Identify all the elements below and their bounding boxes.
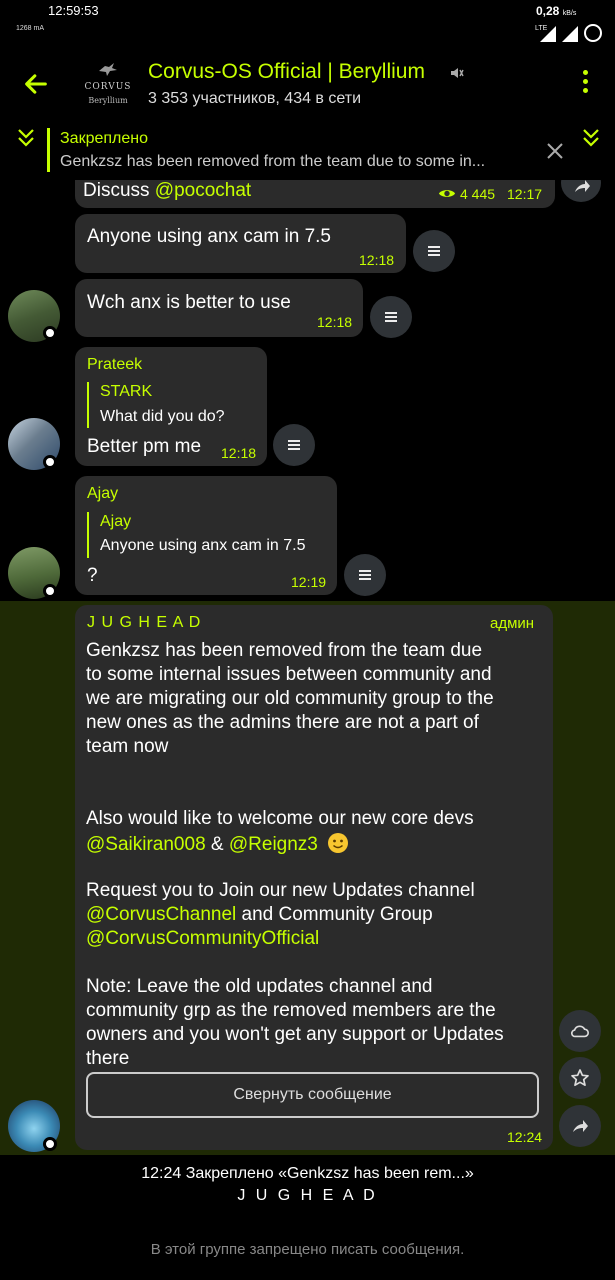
transcribe-button[interactable]: [370, 296, 412, 338]
more-vert-icon[interactable]: [578, 70, 592, 98]
system-message[interactable]: 12:24 Закреплено «Genkzsz has been rem..…: [0, 1165, 615, 1183]
message-time: 12:19: [291, 574, 327, 590]
wifi-icon: [562, 26, 578, 42]
transcribe-button[interactable]: [344, 554, 386, 596]
admin-message-bubble[interactable]: [75, 605, 553, 1150]
favorite-button[interactable]: [559, 1057, 601, 1099]
mention-link[interactable]: @CorvusChannel: [86, 904, 236, 925]
sender-name[interactable]: Prateek: [87, 356, 142, 374]
group-avatar[interactable]: CORVUS Beryllium: [80, 58, 136, 114]
mute-icon: [451, 68, 464, 78]
close-icon[interactable]: [546, 142, 564, 160]
message-text: Discuss @pocochat: [83, 180, 252, 201]
admin-badge: админ: [490, 615, 535, 632]
message-line: owners and you won't get any support or …: [86, 1024, 504, 1045]
mention-link[interactable]: @Reignz3: [229, 834, 318, 855]
net-speed-value: 0,28: [536, 4, 560, 18]
status-time: 12:59:53: [48, 3, 99, 18]
pinned-indicator: [47, 128, 50, 172]
star-icon: [571, 1069, 589, 1087]
save-to-cloud-button[interactable]: [559, 1010, 601, 1052]
message-time: 12:18: [359, 252, 395, 268]
view-count: 4 445: [460, 186, 496, 202]
eye-icon: [438, 190, 456, 197]
online-indicator: [43, 584, 57, 598]
online-indicator: [43, 455, 57, 469]
message-text: Anyone using anx cam in 7.5: [87, 226, 331, 247]
transcribe-button[interactable]: [413, 230, 455, 272]
transcribe-icon: [359, 570, 371, 580]
online-indicator: [43, 1137, 57, 1151]
share-button[interactable]: [559, 1105, 601, 1147]
transcribe-button[interactable]: [273, 424, 315, 466]
battery-icon: [584, 24, 602, 42]
message-line: @Saikiran008 & @Reignz3: [86, 832, 349, 856]
mention-link[interactable]: @pocochat: [155, 180, 251, 201]
battery-info: 1268 mA: [16, 25, 45, 32]
mention-link[interactable]: @Saikiran008: [86, 834, 206, 855]
share-icon: [573, 1120, 588, 1132]
message-text: Wch anx is better to use: [87, 292, 291, 313]
message-line: team now: [86, 736, 169, 757]
signal-icon: [540, 26, 556, 42]
logo-text: CORVUS: [84, 82, 132, 92]
cloud-icon: [570, 1025, 589, 1038]
chevron-down-icon[interactable]: [582, 128, 600, 148]
message-line: Note: Leave the old updates channel and: [86, 976, 433, 997]
smile-emoji-icon: [328, 833, 349, 853]
share-button[interactable]: [561, 180, 601, 202]
transcribe-icon: [288, 440, 300, 450]
share-icon: [575, 180, 590, 192]
message-line: there: [86, 1048, 130, 1069]
message-line: new ones as the admins there are not a p…: [86, 712, 479, 733]
message-line: @CorvusCommunityOfficial: [86, 928, 319, 950]
reply-name[interactable]: STARK: [100, 383, 152, 401]
message-line: Request you to Join our new Updates chan…: [86, 880, 475, 901]
chevron-down-icon[interactable]: [17, 128, 35, 148]
reply-text[interactable]: What did you do?: [100, 408, 225, 426]
member-count: 3 353 участников, 434 в сети: [148, 90, 362, 107]
pinned-text: Genkzsz has been removed from the team d…: [60, 153, 486, 170]
chat-title[interactable]: Corvus-OS Official | Beryllium: [148, 60, 425, 84]
chat-footer: 12:24 Закреплено «Genkzsz has been rem..…: [0, 1155, 615, 1280]
back-arrow-icon[interactable]: [22, 70, 50, 98]
reply-indicator: [87, 512, 89, 558]
write-restriction-notice: В этой группе запрещено писать сообщения…: [150, 1241, 465, 1258]
system-message-author: J U G H E A D: [237, 1187, 378, 1204]
logo-subtext: Beryllium: [88, 96, 128, 105]
transcribe-icon: [385, 312, 397, 322]
message-line: community grp as the removed members are…: [86, 1000, 496, 1021]
pinned-label: Закреплено: [60, 130, 148, 147]
mention-link[interactable]: @CorvusCommunityOfficial: [86, 928, 319, 949]
sender-name[interactable]: Ajay: [87, 485, 118, 503]
message-time: 12:24: [507, 1129, 543, 1145]
chat-header[interactable]: CORVUS Beryllium Corvus-OS Official | Be…: [0, 48, 615, 124]
collapse-message-button[interactable]: Свернуть сообщение: [86, 1072, 539, 1118]
message-time: 12:18: [221, 445, 257, 461]
message-time: 12:18: [317, 314, 353, 330]
message-line: @CorvusChannel and Community Group: [86, 904, 433, 925]
message-list[interactable]: Discuss @pocochat 4 445 12:17 Anyone usi…: [0, 180, 615, 1155]
reply-text[interactable]: Anyone using anx cam in 7.5: [100, 537, 305, 555]
net-speed: 0,28 kB/s: [536, 4, 576, 18]
raven-logo-icon: [99, 63, 117, 76]
reply-name[interactable]: Ajay: [100, 513, 131, 531]
pinned-message-bar[interactable]: Закреплено Genkzsz has been removed from…: [0, 124, 615, 180]
message-text: ?: [87, 565, 98, 586]
online-indicator: [43, 326, 57, 340]
reply-indicator: [87, 382, 89, 428]
message-line: Also would like to welcome our new core …: [86, 808, 474, 829]
message-line: to some internal issues between communit…: [86, 664, 492, 685]
message-time: 12:17: [507, 186, 543, 202]
message-line: we are migrating our old community group…: [86, 688, 494, 709]
message-text: Better pm me: [87, 436, 202, 457]
transcribe-icon: [428, 246, 440, 256]
status-bar: 12:59:53 1268 mA 0,28 kB/s LTE: [0, 0, 615, 48]
message-line: Genkzsz has been removed from the team d…: [86, 640, 483, 661]
sender-name[interactable]: J U G H E A D: [87, 614, 201, 632]
net-speed-unit: kB/s: [562, 10, 577, 17]
